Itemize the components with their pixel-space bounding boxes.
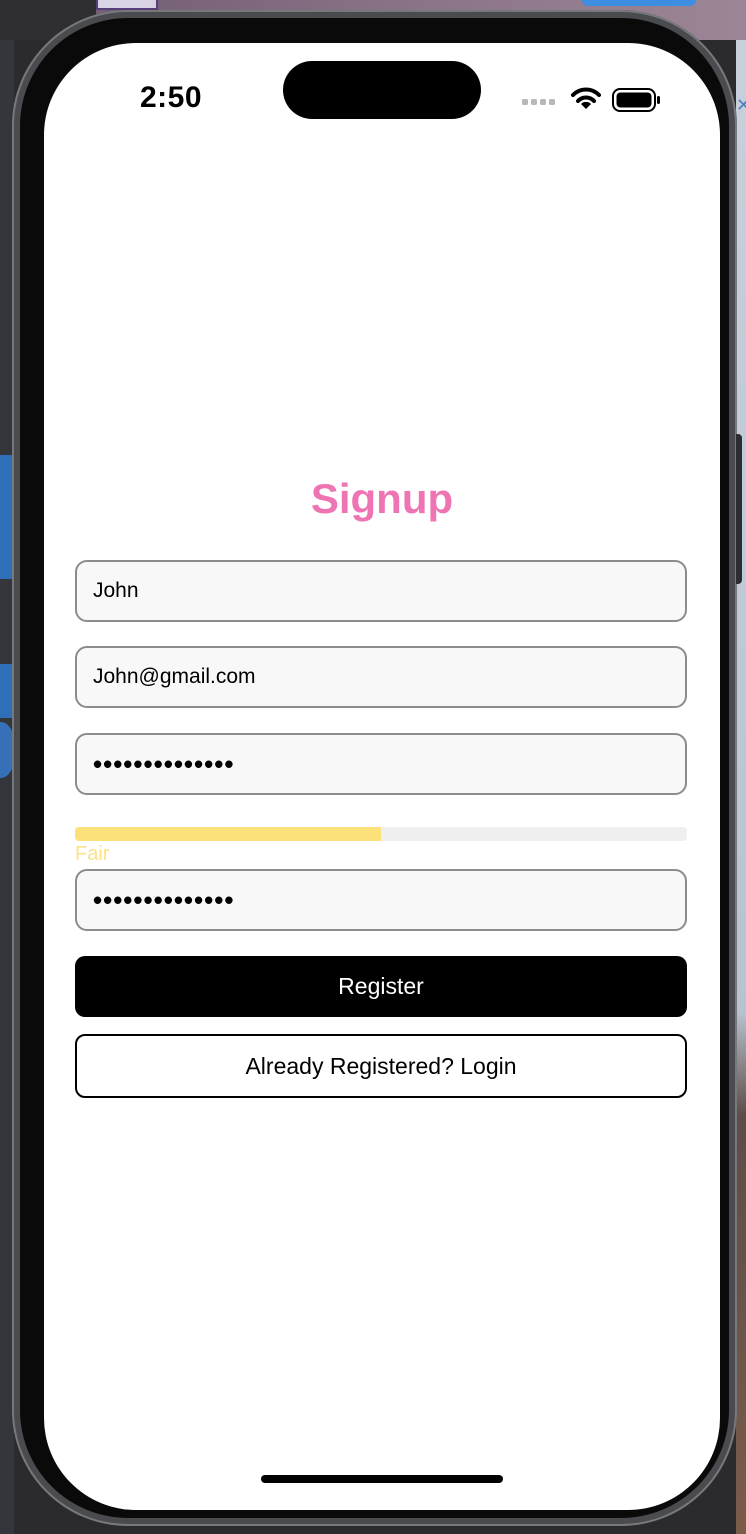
desktop-button xyxy=(582,0,696,6)
signal-dots-icon xyxy=(522,99,555,105)
close-icon: ✕ xyxy=(736,95,746,115)
wifi-icon xyxy=(571,87,601,109)
password-strength-bar xyxy=(75,827,687,841)
desktop-right-panel xyxy=(736,40,746,1534)
status-time: 2:50 xyxy=(140,81,203,114)
battery-icon xyxy=(612,88,660,112)
phone-frame: 2:50 Signup John John@gmail.com ••••••••… xyxy=(12,10,742,1526)
phone-screen: 2:50 Signup John John@gmail.com ••••••••… xyxy=(44,43,720,1510)
password-strength-label: Fair xyxy=(75,843,110,865)
desktop-left-panel-accent xyxy=(0,455,12,579)
desktop-thumbnail xyxy=(96,0,158,10)
email-field[interactable]: John@gmail.com xyxy=(75,646,687,708)
confirm-password-field[interactable]: •••••••••••••• xyxy=(75,869,687,931)
home-indicator[interactable] xyxy=(261,1475,503,1483)
phone-bezel: 2:50 Signup John John@gmail.com ••••••••… xyxy=(20,18,729,1518)
password-field[interactable]: •••••••••••••• xyxy=(75,733,687,795)
login-link-button[interactable]: Already Registered? Login xyxy=(75,1034,687,1098)
name-field[interactable]: John xyxy=(75,560,687,622)
desktop-left-panel-accent xyxy=(0,664,12,718)
register-button[interactable]: Register xyxy=(75,956,687,1017)
status-icons xyxy=(522,87,660,112)
side-button xyxy=(736,434,742,584)
dynamic-island xyxy=(283,61,481,119)
password-strength-fill xyxy=(75,827,381,841)
page-title: Signup xyxy=(310,475,454,522)
